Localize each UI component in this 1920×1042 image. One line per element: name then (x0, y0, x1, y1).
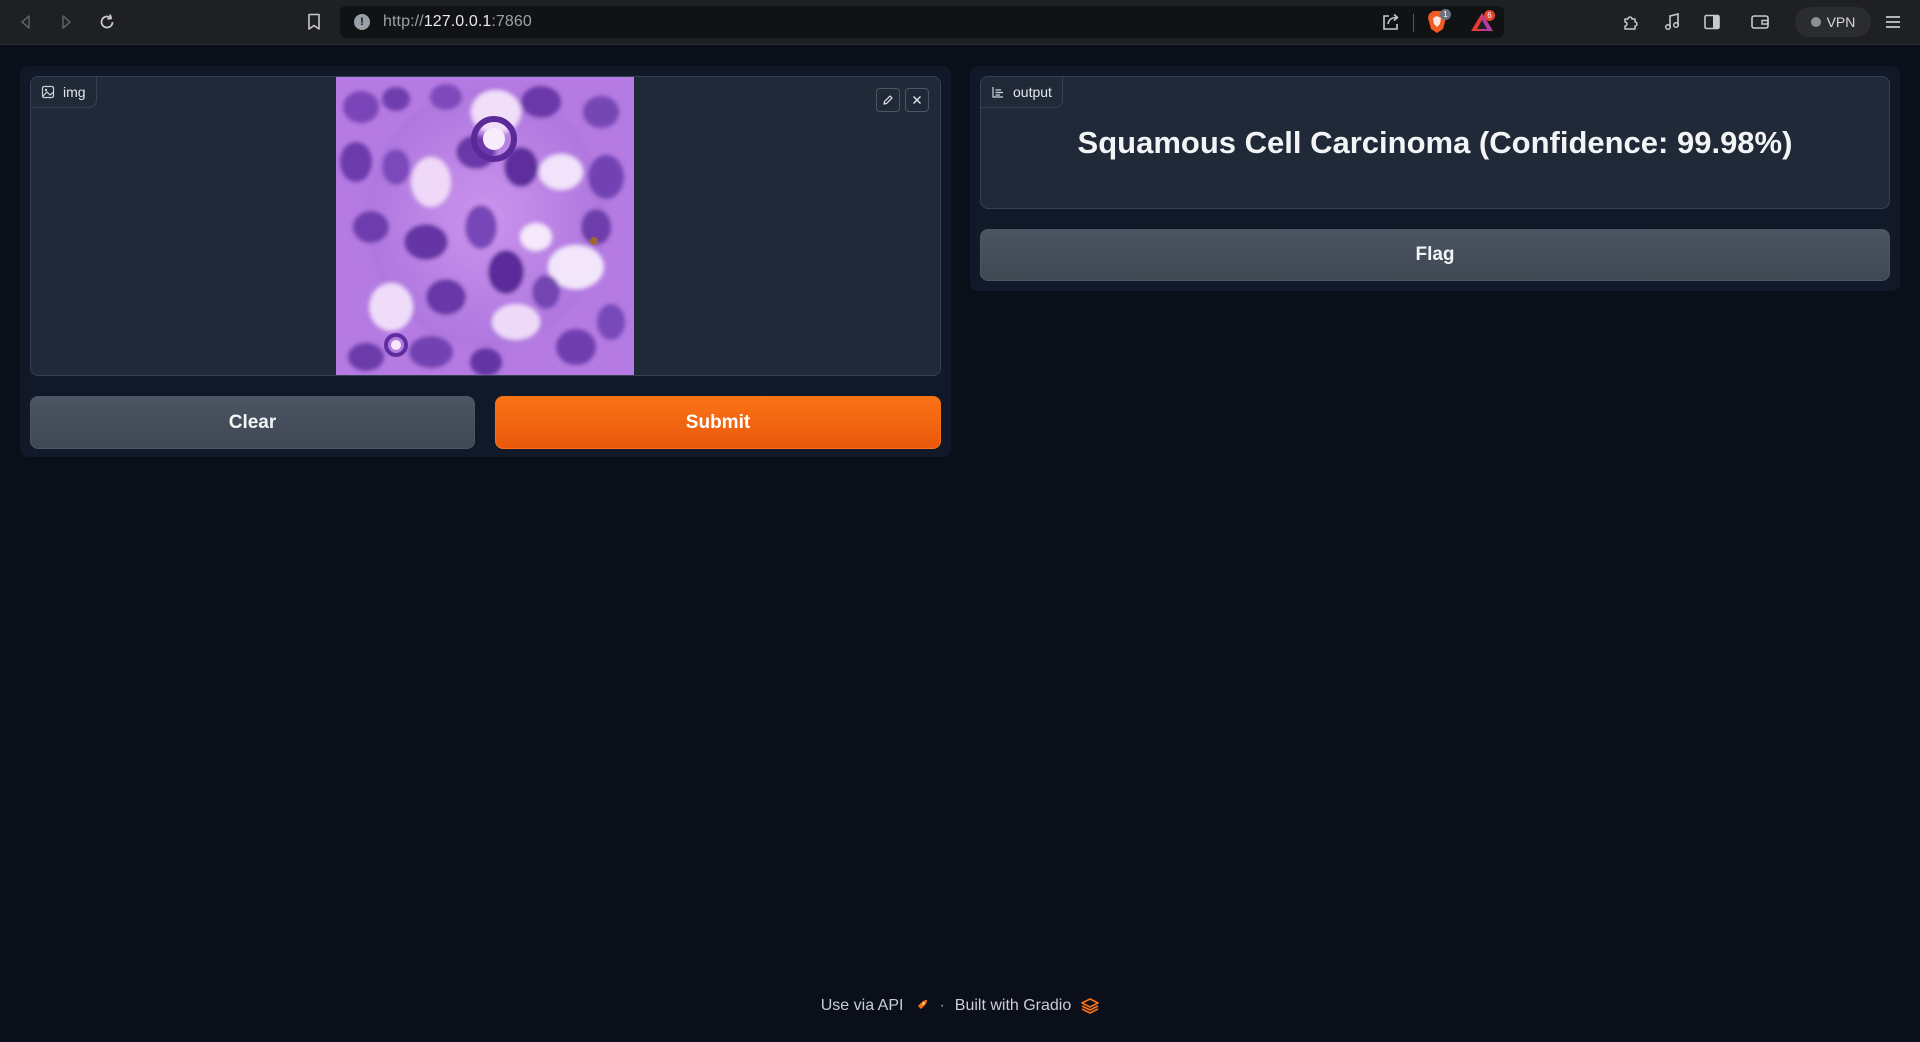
rewards-badge: 6 (1484, 10, 1495, 21)
site-info-icon[interactable]: ! (354, 14, 370, 30)
flag-button-label: Flag (1415, 244, 1455, 265)
footer: Use via API · Built with Gradio (0, 997, 1920, 1015)
output-textbox: output Squamous Cell Carcinoma (Confiden… (980, 76, 1890, 209)
share-icon[interactable] (1380, 11, 1402, 38)
reload-icon[interactable] (93, 9, 121, 35)
output-label-text: output (1013, 84, 1052, 100)
bookmark-icon[interactable] (300, 9, 328, 35)
pencil-icon (883, 95, 893, 105)
clear-button-label: Clear (228, 411, 277, 433)
vpn-label: VPN (1826, 14, 1856, 30)
output-label: output (981, 77, 1063, 108)
back-icon[interactable] (12, 9, 40, 35)
gradio-logo-icon (1081, 998, 1100, 1014)
shield-badge: 1 (1440, 9, 1451, 20)
address-bar[interactable]: ! http://127.0.0.1:7860 1 6 (340, 6, 1504, 38)
submit-button[interactable]: Submit (495, 396, 941, 449)
clear-button[interactable]: Clear (30, 396, 475, 449)
extensions-icon[interactable] (1617, 9, 1645, 35)
url-port: :7860 (491, 13, 532, 30)
image-input-label: img (31, 77, 97, 108)
image-input-label-text: img (63, 84, 86, 100)
remove-image-button[interactable] (905, 88, 929, 112)
image-input[interactable]: img (30, 76, 941, 376)
browser-toolbar: ! http://127.0.0.1:7860 1 6 VPN (0, 0, 1920, 45)
close-icon (913, 96, 921, 104)
output-panel: output Squamous Cell Carcinoma (Confiden… (970, 66, 1900, 291)
histopathology-image (336, 77, 634, 375)
brave-shield-icon[interactable]: 1 (1426, 9, 1451, 34)
input-panel: img Clear Submit (20, 66, 951, 457)
vpn-status-icon (1810, 17, 1821, 27)
textbox-icon (992, 87, 1003, 98)
image-icon (41, 85, 55, 99)
edit-image-button[interactable] (876, 88, 900, 112)
menu-icon[interactable] (1879, 9, 1907, 35)
footer-separator: · (939, 997, 945, 1014)
sidebar-icon[interactable] (1698, 9, 1726, 35)
rocket-icon (916, 1000, 928, 1011)
url-text[interactable]: http://127.0.0.1:7860 (383, 13, 532, 31)
url-host: 127.0.0.1 (423, 13, 492, 30)
media-icon[interactable] (1658, 9, 1686, 35)
forward-icon[interactable] (52, 9, 80, 35)
flag-button[interactable]: Flag (980, 229, 1890, 281)
submit-button-label: Submit (685, 411, 751, 433)
use-via-api-link[interactable]: Use via API (821, 997, 904, 1015)
image-canvas[interactable]: img (31, 77, 940, 375)
prediction-text: Squamous Cell Carcinoma (Confidence: 99.… (1077, 125, 1793, 160)
vpn-button[interactable]: VPN (1795, 7, 1871, 37)
url-divider (1413, 14, 1414, 32)
wallet-icon[interactable] (1746, 9, 1774, 35)
brave-rewards-icon[interactable]: 6 (1470, 10, 1496, 33)
url-scheme: http:// (383, 13, 424, 30)
built-with-gradio-link[interactable]: Built with Gradio (955, 997, 1072, 1015)
